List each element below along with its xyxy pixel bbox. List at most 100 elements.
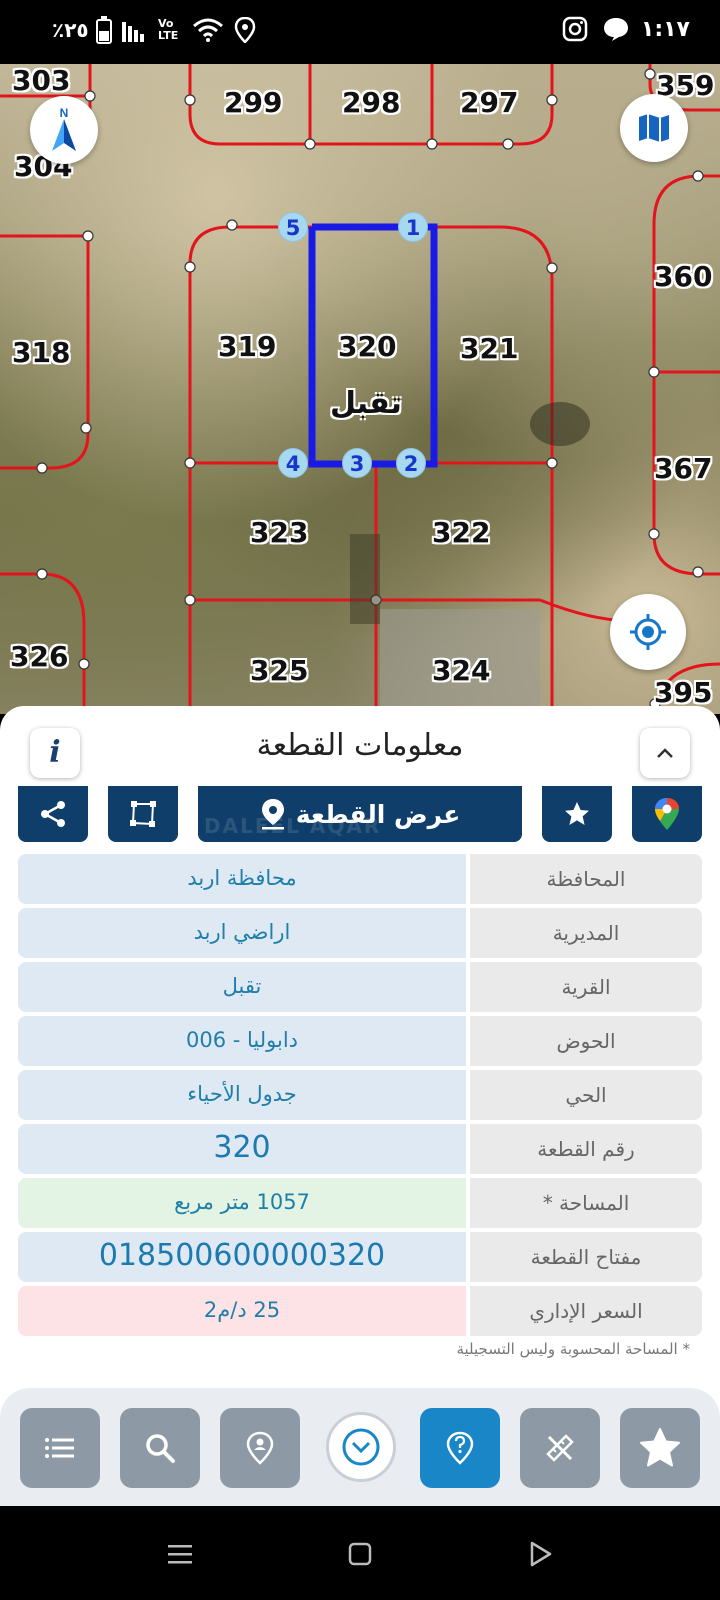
action-row: DALEEL AQAR عرض القطعة [0, 786, 720, 848]
polygon-icon [130, 801, 156, 827]
parcel-label[interactable]: 325 [250, 654, 308, 687]
bottom-toolbar [0, 1388, 720, 1506]
back-button[interactable] [520, 1534, 560, 1574]
collapse-button[interactable] [640, 728, 690, 778]
search-button[interactable] [120, 1408, 200, 1488]
parcel-label[interactable]: 303 [12, 64, 70, 97]
back-triangle-icon [530, 1541, 552, 1567]
parcel-info-panel: i معلومات القطعة DALEEL AQAR عرض القطعة [0, 706, 720, 1506]
info-row-governorate: المحافظة محافظة اربد [18, 854, 702, 904]
info-row-parcel-key: مفتاح القطعة 018500600000320 [18, 1232, 702, 1282]
vertex-marker[interactable]: 5 [278, 212, 308, 242]
vertex-marker[interactable]: 4 [278, 448, 308, 478]
parcel-label[interactable]: 360 [654, 260, 712, 293]
parcel-label[interactable]: 298 [342, 86, 400, 119]
parcel-label[interactable]: 323 [250, 516, 308, 549]
crosshair-icon [630, 614, 666, 650]
row-label: المساحة * [470, 1178, 702, 1228]
battery-percent: ٪٢٥ [52, 18, 89, 42]
parcel-label[interactable]: 320 [338, 330, 396, 363]
instagram-icon [562, 16, 588, 42]
info-row-neighborhood: الحي جدول الأحياء [18, 1070, 702, 1120]
recents-button[interactable] [160, 1534, 200, 1574]
area-footnote: * المساحة المحسوبة وليس التسجيلية [456, 1340, 690, 1358]
panel-header: i معلومات القطعة [0, 706, 720, 780]
row-value: 1057 متر مربع [18, 1178, 466, 1228]
show-parcel-button[interactable]: DALEEL AQAR عرض القطعة [198, 786, 522, 842]
parcel-label[interactable]: 326 [10, 640, 68, 673]
list-icon [45, 1438, 74, 1458]
parcel-label[interactable]: 297 [460, 86, 518, 119]
expand-toggle-button[interactable] [326, 1412, 396, 1482]
row-label: القرية [470, 962, 702, 1012]
row-label: الحي [470, 1070, 702, 1120]
row-label: مفتاح القطعة [470, 1232, 702, 1282]
list-button[interactable] [20, 1408, 100, 1488]
parcel-label[interactable]: 318 [12, 336, 70, 369]
row-value[interactable]: 018500600000320 [18, 1232, 466, 1282]
row-label: السعر الإداري [470, 1286, 702, 1336]
home-square-icon [348, 1542, 372, 1566]
vertex-marker[interactable]: 3 [342, 448, 372, 478]
status-icons-right [562, 16, 630, 42]
row-value: محافظة اربد [18, 854, 466, 904]
location-button[interactable] [220, 1408, 300, 1488]
volte-label: Vo LTE [158, 17, 179, 42]
info-row-parcel-number: رقم القطعة 320 [18, 1124, 702, 1174]
parcel-info-table: المحافظة محافظة اربد المديرية اراضي اربد… [18, 854, 702, 1340]
row-value: دابوليا - 006 [18, 1016, 466, 1066]
row-value: 25 د/م2 [18, 1286, 466, 1336]
panel-title: معلومات القطعة [256, 728, 464, 763]
compass-button[interactable]: N [30, 96, 98, 164]
wifi-icon [193, 18, 223, 42]
info-row-admin-price: السعر الإداري 25 د/م2 [18, 1286, 702, 1336]
info-row-directorate: المديرية اراضي اربد [18, 908, 702, 958]
status-bar: ٪٢٥ Vo LTE ١:١٧ [0, 0, 720, 64]
signal-icon [122, 22, 144, 42]
watermark: DALEEL AQAR [204, 814, 382, 838]
google-maps-button[interactable] [632, 786, 702, 842]
home-button[interactable] [340, 1534, 380, 1574]
parcel-label[interactable]: 319 [218, 330, 276, 363]
chat-icon [604, 18, 628, 41]
parcel-label[interactable]: 324 [432, 654, 490, 687]
info-row-area: المساحة * 1057 متر مربع [18, 1178, 702, 1228]
parcel-label[interactable]: 322 [432, 516, 490, 549]
parcel-label[interactable]: 367 [654, 452, 712, 485]
ruler-pencil-icon [546, 1434, 574, 1462]
battery-icon [96, 16, 112, 44]
vertex-marker[interactable]: 1 [398, 212, 428, 242]
vertex-marker[interactable]: 2 [396, 448, 426, 478]
person-pin-icon [246, 1431, 274, 1465]
favorites-button[interactable] [620, 1408, 700, 1488]
star-icon [640, 1428, 680, 1467]
google-maps-icon [655, 798, 679, 830]
info-row-basin: الحوض دابوليا - 006 [18, 1016, 702, 1066]
row-label: المحافظة [470, 854, 702, 904]
row-value: 320 [18, 1124, 466, 1174]
parcel-label[interactable]: 299 [224, 86, 282, 119]
polygon-button[interactable] [108, 786, 178, 842]
menu-icon [168, 1545, 192, 1564]
parcel-label[interactable]: 321 [460, 332, 518, 365]
parcel-label[interactable]: 395 [654, 676, 712, 709]
system-navigation-bar [0, 1506, 720, 1600]
share-button[interactable] [18, 786, 88, 842]
parcel-map[interactable]: 303 299 298 297 359 304 360 318 319 320 … [0, 64, 720, 714]
clock: ١:١٧ [640, 17, 690, 42]
status-icons-left: Vo LTE [96, 16, 256, 44]
favorite-button[interactable] [542, 786, 612, 842]
row-label: رقم القطعة [470, 1124, 702, 1174]
help-pin-icon [446, 1431, 474, 1465]
my-location-button[interactable] [610, 594, 686, 670]
row-label: المديرية [470, 908, 702, 958]
row-value: اراضي اربد [18, 908, 466, 958]
row-value: جدول الأحياء [18, 1070, 466, 1120]
row-label: الحوض [470, 1016, 702, 1066]
row-value: تقبل [18, 962, 466, 1012]
help-button[interactable] [420, 1408, 500, 1488]
map-layers-button[interactable] [620, 94, 688, 162]
star-icon [565, 802, 589, 825]
svg-text:N: N [60, 106, 69, 120]
measure-tools-button[interactable] [520, 1408, 600, 1488]
